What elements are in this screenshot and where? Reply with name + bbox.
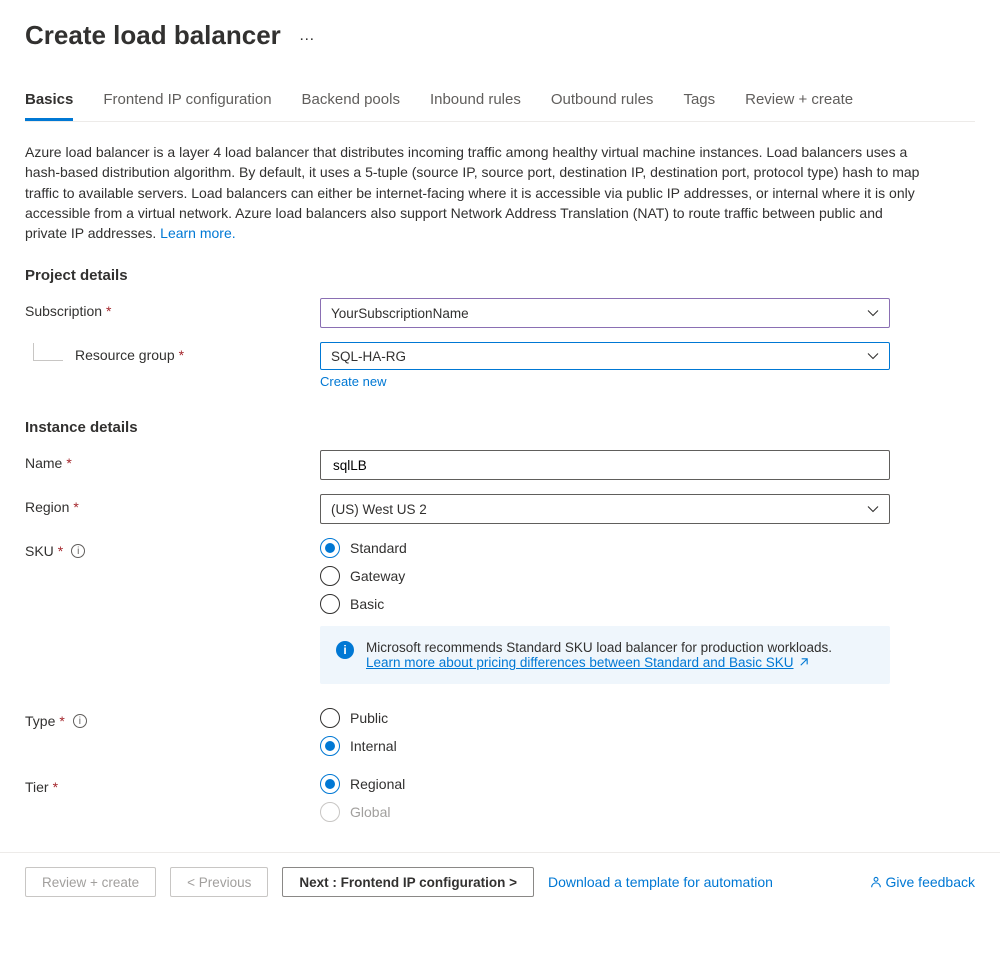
- tab-outbound-rules[interactable]: Outbound rules: [551, 91, 654, 121]
- required-indicator: *: [59, 713, 64, 729]
- sku-radio-group: Standard Gateway Basic: [320, 538, 890, 614]
- sku-radio-basic[interactable]: Basic: [320, 594, 890, 614]
- radio-icon: [320, 802, 340, 822]
- type-label: Type: [25, 713, 55, 729]
- sku-radio-standard[interactable]: Standard: [320, 538, 890, 558]
- radio-label: Global: [350, 804, 390, 820]
- radio-label: Internal: [350, 738, 397, 754]
- radio-label: Public: [350, 710, 388, 726]
- subscription-value: YourSubscriptionName: [331, 306, 469, 321]
- region-select[interactable]: (US) West US 2: [320, 494, 890, 524]
- name-input-field[interactable]: [331, 457, 879, 474]
- sku-label: SKU: [25, 543, 54, 559]
- tier-radio-group: Regional Global: [320, 774, 890, 822]
- sku-pricing-link[interactable]: Learn more about pricing differences bet…: [366, 655, 809, 670]
- give-feedback-link[interactable]: Give feedback: [869, 874, 976, 890]
- footer-bar: Review + create < Previous Next : Fronte…: [0, 852, 1000, 911]
- review-create-button: Review + create: [25, 867, 156, 897]
- required-indicator: *: [66, 455, 71, 471]
- previous-button: < Previous: [170, 867, 268, 897]
- radio-label: Basic: [350, 596, 384, 612]
- tier-radio-regional[interactable]: Regional: [320, 774, 890, 794]
- required-indicator: *: [73, 499, 78, 515]
- region-label: Region: [25, 499, 69, 515]
- radio-icon: [320, 774, 340, 794]
- resource-group-select[interactable]: SQL-HA-RG: [320, 342, 890, 370]
- tab-inbound-rules[interactable]: Inbound rules: [430, 91, 521, 121]
- radio-label: Standard: [350, 540, 407, 556]
- radio-icon: [320, 736, 340, 756]
- info-badge-icon: i: [336, 641, 354, 659]
- create-new-link[interactable]: Create new: [320, 374, 386, 389]
- tier-label: Tier: [25, 779, 49, 795]
- info-icon[interactable]: i: [71, 544, 85, 558]
- sku-radio-gateway[interactable]: Gateway: [320, 566, 890, 586]
- chevron-down-icon: [867, 503, 879, 515]
- learn-more-link[interactable]: Learn more.: [160, 225, 235, 241]
- info-icon[interactable]: i: [73, 714, 87, 728]
- sku-info-text: Microsoft recommends Standard SKU load b…: [366, 640, 832, 655]
- intro-paragraph: Azure load balancer is a layer 4 load ba…: [25, 142, 925, 243]
- type-radio-internal[interactable]: Internal: [320, 736, 890, 756]
- required-indicator: *: [58, 543, 63, 559]
- download-template-link[interactable]: Download a template for automation: [548, 874, 773, 890]
- feedback-icon: [869, 875, 883, 889]
- subscription-label: Subscription: [25, 303, 102, 319]
- required-indicator: *: [53, 779, 58, 795]
- radio-icon: [320, 566, 340, 586]
- required-indicator: *: [106, 303, 111, 319]
- tier-radio-global: Global: [320, 802, 890, 822]
- name-input[interactable]: [320, 450, 890, 480]
- external-link-icon: [798, 657, 809, 668]
- radio-icon: [320, 538, 340, 558]
- chevron-down-icon: [867, 307, 879, 319]
- region-value: (US) West US 2: [331, 502, 427, 517]
- subscription-select[interactable]: YourSubscriptionName: [320, 298, 890, 328]
- type-radio-public[interactable]: Public: [320, 708, 890, 728]
- resource-group-label: Resource group: [75, 347, 175, 363]
- radio-label: Gateway: [350, 568, 405, 584]
- tab-backend-pools[interactable]: Backend pools: [302, 91, 400, 121]
- radio-icon: [320, 594, 340, 614]
- sku-info-box: i Microsoft recommends Standard SKU load…: [320, 626, 890, 684]
- tab-basics[interactable]: Basics: [25, 91, 73, 121]
- give-feedback-text: Give feedback: [886, 874, 976, 890]
- page-title: Create load balancer: [25, 20, 281, 51]
- tab-review-create[interactable]: Review + create: [745, 91, 853, 121]
- tab-tags[interactable]: Tags: [683, 91, 715, 121]
- more-actions-button[interactable]: …: [299, 27, 316, 45]
- tree-indent-line: [33, 343, 63, 361]
- tab-frontend-ip[interactable]: Frontend IP configuration: [103, 91, 271, 121]
- radio-icon: [320, 708, 340, 728]
- required-indicator: *: [179, 347, 184, 363]
- instance-details-heading: Instance details: [25, 419, 975, 436]
- name-label: Name: [25, 455, 62, 471]
- project-details-heading: Project details: [25, 267, 975, 284]
- type-radio-group: Public Internal: [320, 708, 890, 756]
- sku-pricing-link-text: Learn more about pricing differences bet…: [366, 655, 794, 670]
- chevron-down-icon: [867, 350, 879, 362]
- tabs-nav: Basics Frontend IP configuration Backend…: [25, 91, 975, 122]
- resource-group-value: SQL-HA-RG: [331, 349, 406, 364]
- radio-label: Regional: [350, 776, 405, 792]
- next-button[interactable]: Next : Frontend IP configuration >: [282, 867, 534, 897]
